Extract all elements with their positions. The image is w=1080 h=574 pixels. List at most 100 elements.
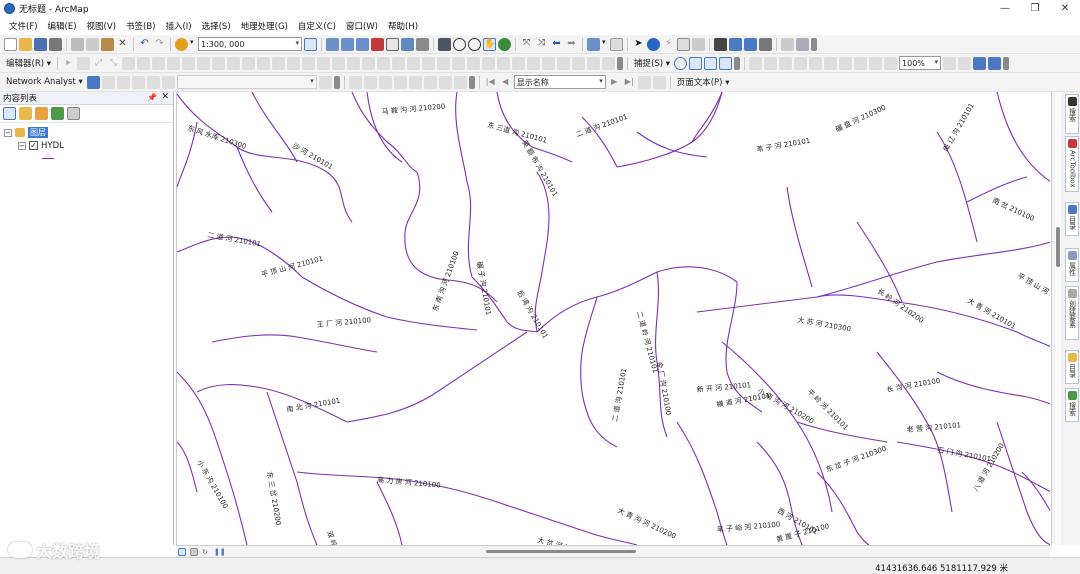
editor-extra-icon[interactable] <box>362 56 376 70</box>
close-button[interactable]: ✕ <box>1050 0 1080 17</box>
editor-extra-icon[interactable] <box>527 56 541 70</box>
layout-tool-icon[interactable] <box>764 56 778 70</box>
time-slider-icon[interactable] <box>759 37 772 51</box>
menu-bookmarks[interactable]: 书签(B) <box>121 20 160 32</box>
last-page-icon[interactable]: ▶| <box>623 76 636 89</box>
chevron-down-icon[interactable] <box>416 37 429 51</box>
list-by-selection-icon[interactable] <box>51 107 64 120</box>
list-by-source-icon[interactable] <box>19 107 32 120</box>
menu-customize[interactable]: 自定义(C) <box>293 20 341 32</box>
editor-extra-icon[interactable] <box>452 56 466 70</box>
pause-drawing-icon[interactable]: ❚❚ <box>214 548 226 556</box>
print-icon[interactable] <box>49 37 62 51</box>
table-of-contents-icon[interactable] <box>326 37 339 51</box>
end-snapping-icon[interactable] <box>689 56 703 70</box>
layer-row-hydl[interactable]: − ✓ HYDL <box>4 139 173 152</box>
solve-icon[interactable] <box>131 75 145 89</box>
sketch-properties-icon[interactable] <box>242 56 256 70</box>
page-text-menu[interactable]: 页面文本(P) ▾ <box>675 76 732 88</box>
measure-icon[interactable] <box>692 37 705 51</box>
tab-search-2[interactable]: 搜索 <box>1065 388 1079 422</box>
cut-polygons-icon[interactable] <box>182 56 196 70</box>
menu-windows[interactable]: 窗口(W) <box>341 20 383 32</box>
open-folder-icon[interactable] <box>19 37 32 51</box>
map-horizontal-scrollbar[interactable] <box>486 550 636 553</box>
pages-setup-icon[interactable] <box>652 75 666 89</box>
layout-tool-icon[interactable] <box>839 56 853 70</box>
editor-extra-icon[interactable] <box>482 56 496 70</box>
list-by-drawing-order-icon[interactable] <box>3 107 16 120</box>
refresh-icon[interactable]: ↻ <box>202 548 210 556</box>
reshape-icon[interactable] <box>167 56 181 70</box>
layout-tool-icon[interactable] <box>809 56 823 70</box>
editor-extra-icon[interactable] <box>557 56 571 70</box>
change-layout-icon[interactable] <box>988 56 1002 70</box>
editor-extra-icon[interactable] <box>377 56 391 70</box>
arctoolbox-icon[interactable] <box>371 37 384 51</box>
toggle-draft-mode-icon[interactable] <box>958 56 972 70</box>
options-icon[interactable] <box>67 107 80 120</box>
add-data-icon[interactable] <box>175 37 188 51</box>
html-popup-icon[interactable] <box>677 37 690 51</box>
menu-selection[interactable]: 选择(S) <box>197 20 236 32</box>
identify-icon[interactable] <box>647 37 660 51</box>
editor-extra-icon[interactable] <box>272 56 286 70</box>
editor-extra-icon[interactable] <box>392 56 406 70</box>
zoom-whole-page-icon[interactable] <box>943 56 957 70</box>
rotate-icon[interactable] <box>212 56 226 70</box>
georef-tool-icon[interactable] <box>393 75 407 89</box>
editor-extra-icon[interactable] <box>467 56 481 70</box>
menu-geoprocessing[interactable]: 地理处理(G) <box>236 20 293 32</box>
undo-icon[interactable]: ↶ <box>138 38 151 51</box>
point-icon[interactable] <box>137 56 151 70</box>
network-extra-icon[interactable] <box>318 75 332 89</box>
clear-selection-icon[interactable] <box>610 37 623 51</box>
vertex-snapping-icon[interactable] <box>704 56 718 70</box>
layout-tool-icon[interactable] <box>854 56 868 70</box>
menu-edit[interactable]: 编辑(E) <box>43 20 82 32</box>
delete-icon[interactable]: ✕ <box>116 38 129 51</box>
previous-page-icon[interactable]: ◀ <box>499 76 512 89</box>
edit-vertices-icon[interactable] <box>152 56 166 70</box>
restore-button[interactable]: ❐ <box>1020 0 1050 17</box>
map-scale-combo[interactable]: 1:300, 000 ▾ <box>198 37 302 51</box>
refresh-pages-icon[interactable] <box>637 75 651 89</box>
create-features-icon[interactable] <box>257 56 271 70</box>
search-window-icon[interactable] <box>356 37 369 51</box>
line-symbol-icon[interactable] <box>42 158 54 159</box>
chevron-down-icon[interactable] <box>468 75 475 89</box>
menu-file[interactable]: 文件(F) <box>4 20 43 32</box>
editor-extra-icon[interactable] <box>572 56 586 70</box>
build-network-icon[interactable] <box>161 75 175 89</box>
editor-extra-icon[interactable] <box>497 56 511 70</box>
focus-data-frame-icon[interactable] <box>973 56 987 70</box>
menu-view[interactable]: 视图(V) <box>82 20 121 32</box>
chevron-down-icon[interactable] <box>1003 56 1010 70</box>
fixed-zoom-out-icon[interactable]: ⤨ <box>535 38 548 51</box>
minimize-button[interactable]: — <box>990 0 1020 17</box>
editor-extra-icon[interactable] <box>437 56 451 70</box>
tab-catalog[interactable]: 目录 <box>1065 202 1079 236</box>
scroll-thumb[interactable] <box>1056 227 1060 267</box>
layer-name[interactable]: HYDL <box>41 141 64 151</box>
editor-extra-icon[interactable] <box>542 56 556 70</box>
map-view[interactable]: 东 风 水库 210300 马 鞍 沟 河 210200 东 三道 沟 210101… <box>176 92 1050 545</box>
model-builder-icon[interactable] <box>401 37 414 51</box>
chevron-down-icon[interactable] <box>617 56 624 70</box>
georef-tool-icon[interactable] <box>363 75 377 89</box>
fixed-zoom-in-icon[interactable]: ⤧ <box>520 38 533 51</box>
select-network-location-icon[interactable] <box>116 75 130 89</box>
editor-extra-icon[interactable] <box>587 56 601 70</box>
layout-tool-icon[interactable] <box>824 56 838 70</box>
chevron-down-icon[interactable] <box>333 75 340 89</box>
list-by-visibility-icon[interactable] <box>35 107 48 120</box>
georef-tool-icon[interactable] <box>423 75 437 89</box>
layer-tree-root[interactable]: − 图层 <box>4 126 173 139</box>
editor-extra-icon[interactable] <box>302 56 316 70</box>
end-point-arc-icon[interactable]: ⤡ <box>107 57 120 70</box>
chevron-down-icon[interactable] <box>811 37 817 51</box>
georef-tool-icon[interactable] <box>348 75 362 89</box>
editor-extra-icon[interactable] <box>287 56 301 70</box>
select-elements-icon[interactable]: ➤ <box>632 38 645 51</box>
tab-search[interactable]: 搜索 <box>1065 94 1079 134</box>
